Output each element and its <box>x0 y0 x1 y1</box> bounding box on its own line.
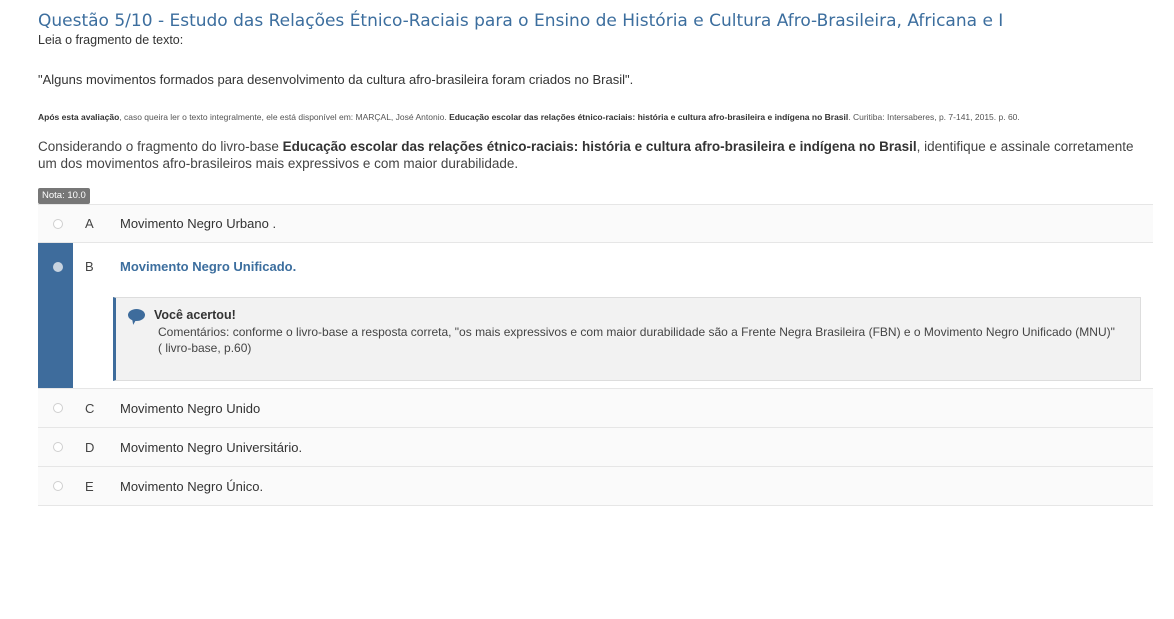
question-prompt: Considerando o fragmento do livro-base E… <box>38 138 1143 172</box>
reference-note: Após esta avaliação, caso queira ler o t… <box>38 109 1143 125</box>
grade-badge: Nota: 10.0 <box>38 188 90 204</box>
question-page: Questão 5/10 - Estudo das Relações Étnic… <box>0 0 1174 619</box>
prompt-book-title: Educação escolar das relações étnico-rac… <box>282 139 917 154</box>
option-text: Movimento Negro Unificado. <box>120 259 297 274</box>
radio-option-e[interactable] <box>53 481 63 491</box>
feedback-comment: Comentários: conforme o livro-base a res… <box>158 325 1115 355</box>
option-text: Movimento Negro Unido <box>120 400 261 416</box>
question-title: Questão 5/10 - Estudo das Relações Étnic… <box>38 11 1004 31</box>
option-letter: D <box>85 439 95 455</box>
radio-option-b[interactable] <box>53 262 63 272</box>
option-c[interactable]: C Movimento Negro Unido <box>38 389 1153 428</box>
reference-lead: Após esta avaliação <box>38 112 120 122</box>
option-text: Movimento Negro Urbano . <box>120 216 277 231</box>
option-text: Movimento Negro Único. <box>120 478 264 494</box>
prompt-lead: Considerando o fragmento do livro-base <box>38 139 283 154</box>
radio-option-a[interactable] <box>53 218 63 229</box>
option-text: Movimento Negro Universitário. <box>120 439 303 455</box>
option-d[interactable]: D Movimento Negro Universitário. <box>38 428 1153 467</box>
answer-options: A Movimento Negro Urbano . B Movimento N… <box>38 204 1153 506</box>
feedback-status: Você acertou! <box>154 308 236 322</box>
option-letter: E <box>85 478 94 494</box>
reference-book-title: Educação escolar das relações étnico-rac… <box>449 112 849 122</box>
radio-option-d[interactable] <box>53 442 63 452</box>
reference-tail: . Curitiba: Intersaberes, p. 7-141, 2015… <box>848 112 1020 122</box>
option-a[interactable]: A Movimento Negro Urbano . <box>38 204 1153 243</box>
question-instruction: Leia o fragmento de texto: <box>38 33 184 47</box>
option-letter: C <box>85 400 95 416</box>
feedback-box: Você acertou! Comentários: conforme o li… <box>113 297 1141 381</box>
radio-option-c[interactable] <box>53 403 63 413</box>
text-fragment: "Alguns movimentos formados para desenvo… <box>38 72 634 87</box>
speech-bubble-icon <box>128 308 145 322</box>
reference-lead-rest: , caso queira ler o texto integralmente,… <box>119 112 450 122</box>
option-b[interactable]: B Movimento Negro Unificado. Você acerto… <box>38 243 1153 389</box>
option-letter: A <box>85 216 94 231</box>
feedback-header: Você acertou! <box>128 308 1126 322</box>
option-letter: B <box>85 259 94 274</box>
option-e[interactable]: E Movimento Negro Único. <box>38 467 1153 506</box>
